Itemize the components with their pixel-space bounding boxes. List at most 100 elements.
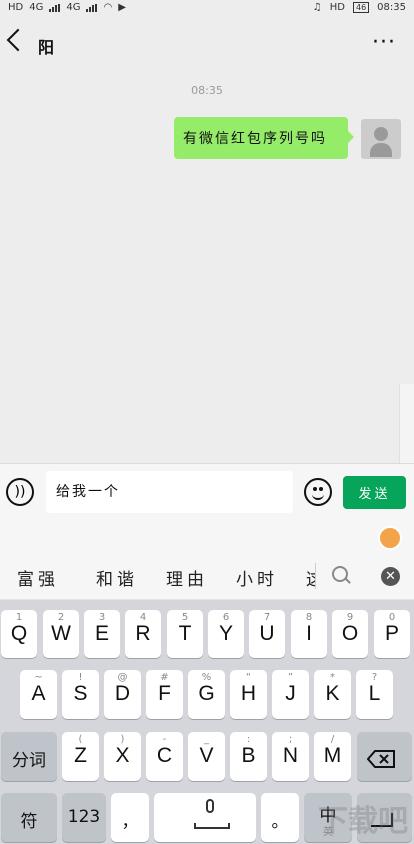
key-main: V [199, 744, 214, 767]
wifi-icon: ◠ [103, 2, 113, 13]
key-b[interactable]: :B [230, 732, 267, 781]
key-main: P [384, 622, 399, 645]
key-label: 符 [20, 812, 38, 832]
key-t[interactable]: 5T [167, 610, 203, 658]
number-key[interactable]: 123 [62, 793, 106, 842]
key-v[interactable]: _ V [188, 732, 225, 781]
candidate-divider [315, 563, 316, 589]
key-i[interactable]: 8I [291, 610, 327, 658]
emoji-icon[interactable] [304, 478, 332, 506]
key-main: R [135, 622, 151, 645]
ime-mascot-icon[interactable] [378, 526, 402, 550]
key-label: 分词 [12, 751, 46, 771]
key-label: ， [121, 812, 139, 832]
network-4g-label: 4G [29, 2, 44, 13]
key-y[interactable]: 6Y [208, 610, 244, 658]
message-bubble[interactable]: 有微信红包序列号吗 [174, 117, 354, 159]
close-icon[interactable]: ✕ [381, 567, 400, 586]
key-main: E [94, 622, 109, 645]
space-icon [194, 823, 230, 829]
key-k[interactable]: * K [314, 670, 351, 719]
fenci-key[interactable]: 分词 [1, 732, 57, 781]
key-d[interactable]: @ D [104, 670, 141, 719]
key-m[interactable]: / M [314, 732, 351, 781]
avatar-body [370, 143, 392, 157]
hd-badge-right: HD [329, 2, 345, 13]
watermark: 下载吧 [318, 804, 408, 839]
chat-title: 阳 [38, 38, 55, 57]
message-text: 有微信红包序列号吗 [183, 131, 327, 147]
key-x[interactable]: ) X [104, 732, 141, 781]
key-z[interactable]: (Z [62, 732, 99, 781]
status-right: ♫ HD 46 08:35 [313, 2, 406, 13]
status-time: 08:35 [377, 2, 406, 13]
key-r[interactable]: 4R [125, 610, 161, 658]
key-main: Y [218, 622, 233, 645]
key-h[interactable]: “H [230, 670, 267, 719]
key-main: U [259, 622, 275, 645]
search-icon[interactable] [332, 566, 348, 582]
status-left: HD 4G 4G ◠ ▶ [8, 2, 126, 13]
key-main: J [285, 682, 296, 705]
key-g[interactable]: % G [188, 670, 225, 719]
status-bar: HD 4G 4G ◠ ▶ ♫ HD 46 08:35 [0, 0, 414, 16]
key-c[interactable]: -C [146, 732, 183, 781]
key-s[interactable]: ! S [62, 670, 99, 719]
comma-key[interactable]: ， [111, 793, 149, 842]
space-key[interactable] [154, 793, 256, 842]
key-w[interactable]: 2W [43, 610, 79, 658]
send-button[interactable]: 发送 [343, 476, 406, 509]
key-u[interactable]: 7U [249, 610, 285, 658]
key-main: I [306, 622, 312, 645]
period-key[interactable]: 。 [261, 793, 299, 842]
key-main: Q [10, 622, 28, 645]
message-input[interactable]: 给我一个 [46, 471, 293, 513]
symbol-key[interactable]: 符 [1, 793, 57, 842]
backspace-key[interactable] [357, 732, 412, 781]
keyboard-toolbar [0, 523, 414, 553]
key-label: 123 [67, 807, 101, 827]
candidate-word[interactable]: 和谐 [96, 565, 138, 590]
key-j[interactable]: ” J [272, 670, 309, 719]
avatar[interactable] [361, 119, 401, 159]
key-n[interactable]: ; N [272, 732, 309, 781]
key-main: G [198, 682, 215, 705]
key-p[interactable]: 0P [374, 610, 410, 658]
key-label: 。 [271, 812, 289, 832]
candidate-word[interactable]: 富强 [17, 565, 59, 590]
more-options-icon[interactable]: ··· [372, 30, 396, 55]
scrollbar[interactable] [399, 384, 414, 464]
video-icon: ▶ [118, 2, 126, 13]
key-main: M [323, 744, 342, 767]
key-main: N [282, 744, 299, 767]
headphone-icon: ♫ [312, 2, 322, 13]
key-q[interactable]: 1Q [1, 610, 37, 658]
key-l[interactable]: ? L [356, 670, 393, 719]
key-main: F [158, 682, 171, 705]
key-main: T [178, 622, 192, 645]
chat-header: 阳 ··· [0, 16, 414, 72]
candidate-word[interactable]: 小时 [236, 565, 278, 590]
key-main: K [325, 682, 340, 705]
microphone-icon [206, 799, 214, 813]
voice-icon[interactable]: )) [6, 478, 34, 506]
key-main: W [51, 622, 71, 645]
candidate-word[interactable]: 理由 [166, 565, 208, 590]
key-o[interactable]: 9O [332, 610, 368, 658]
key-main: L [368, 682, 381, 705]
signal-icon [49, 3, 61, 12]
candidate-word[interactable]: 这 [306, 565, 315, 590]
key-main: B [241, 744, 256, 767]
key-a[interactable]: ~ A [20, 670, 57, 719]
key-main: H [240, 682, 257, 705]
backspace-icon [367, 750, 395, 768]
key-f[interactable]: # F [146, 670, 183, 719]
key-main: D [114, 682, 131, 705]
input-bar: )) 给我一个 发送 [0, 463, 414, 524]
key-main: A [31, 682, 46, 705]
key-main: Z [74, 744, 87, 767]
back-arrow-icon[interactable] [6, 28, 30, 52]
battery-icon: 46 [352, 2, 370, 13]
candidate-bar: 富强 和谐 理由 小时 这 ✕ [0, 553, 414, 600]
key-e[interactable]: 3E [84, 610, 120, 658]
